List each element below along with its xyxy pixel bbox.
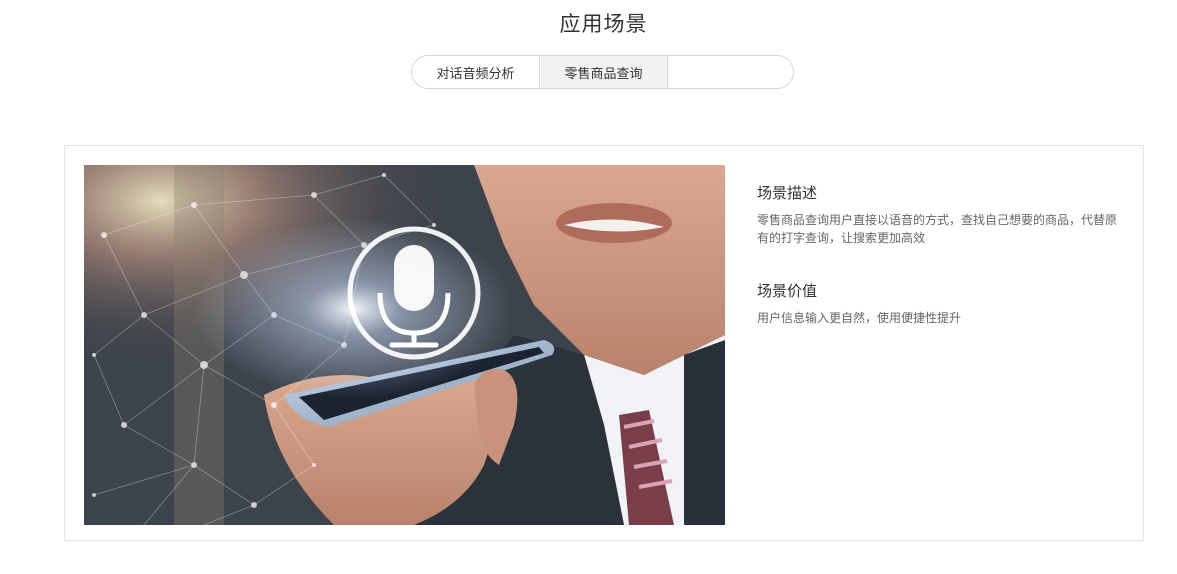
application-scenarios-section: 应用场景 对话音频分析 零售商品查询 场景描述 零售商品查询用户直接以语音的方式… bbox=[0, 0, 1177, 574]
tab-empty[interactable] bbox=[668, 56, 793, 88]
scenario-info: 场景描述 零售商品查询用户直接以语音的方式，查找自己想要的商品，代替原有的打字查… bbox=[757, 182, 1117, 360]
description-title: 场景描述 bbox=[757, 184, 818, 202]
description-text: 零售商品查询用户直接以语音的方式，查找自己想要的商品，代替原有的打字查询，让搜索… bbox=[757, 213, 1118, 245]
tab-dialog-audio-analysis[interactable]: 对话音频分析 bbox=[412, 56, 540, 88]
voice-search-illustration bbox=[84, 165, 725, 525]
section-title: 应用场景 bbox=[559, 12, 648, 36]
scenario-image bbox=[84, 165, 725, 525]
tab-retail-product-query[interactable]: 零售商品查询 bbox=[540, 56, 668, 88]
scenario-tabs: 对话音频分析 零售商品查询 bbox=[411, 55, 794, 89]
value-title: 场景价值 bbox=[757, 282, 818, 300]
scenario-card: 场景描述 零售商品查询用户直接以语音的方式，查找自己想要的商品，代替原有的打字查… bbox=[64, 145, 1144, 541]
value-text: 用户信息输入更自然，使用便捷性提升 bbox=[757, 311, 962, 325]
